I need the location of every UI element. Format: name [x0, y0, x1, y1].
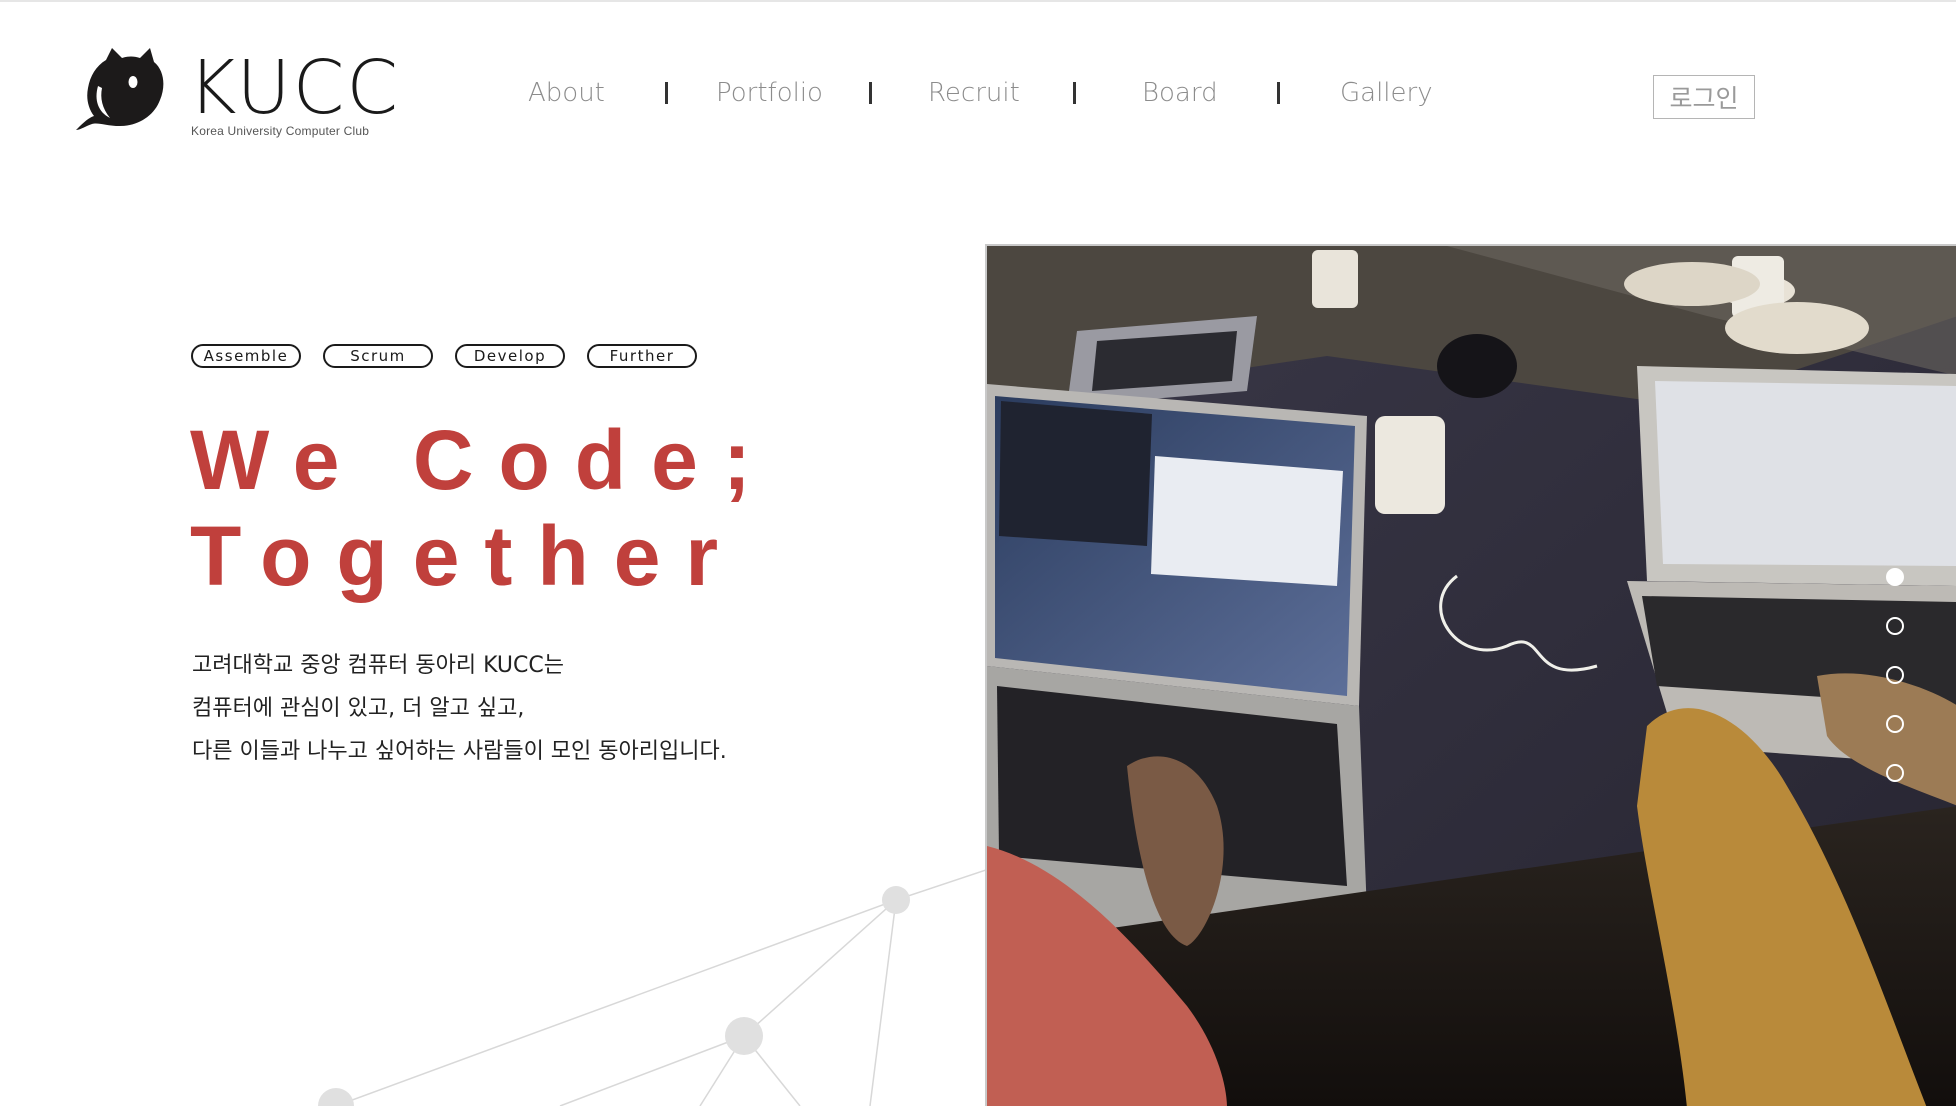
- login-button[interactable]: 로그인: [1653, 75, 1755, 119]
- description-line: 고려대학교 중앙 컴퓨터 동아리 KUCC는: [192, 653, 564, 678]
- nav-separator: [1073, 82, 1076, 104]
- hero-photo: [985, 244, 1956, 1106]
- slide-dot-5[interactable]: [1886, 764, 1904, 782]
- headline-line-2: Together: [190, 509, 744, 603]
- description-line: 컴퓨터에 관심이 있고, 더 알고 싶고,: [192, 696, 525, 721]
- page: KUCC Korea University Computer Club Abou…: [0, 0, 1956, 1106]
- nav-item-recruit[interactable]: Recruit: [928, 78, 1020, 108]
- slide-dot-2[interactable]: [1886, 617, 1904, 635]
- nav-item-gallery[interactable]: Gallery: [1340, 78, 1433, 108]
- tag-assemble: Assemble: [191, 344, 301, 368]
- hero-headline: We Code; Together: [190, 412, 776, 604]
- nav-item-board[interactable]: Board: [1142, 78, 1218, 108]
- nav-separator: [665, 82, 668, 104]
- hero-description: 고려대학교 중앙 컴퓨터 동아리 KUCC는 컴퓨터에 관심이 있고, 더 알고…: [192, 644, 727, 773]
- cat-logo-icon: [76, 48, 164, 130]
- slide-dot-1[interactable]: [1886, 568, 1904, 586]
- slide-dot-3[interactable]: [1886, 666, 1904, 684]
- headline-line-1: We Code;: [190, 413, 776, 507]
- top-divider: [0, 0, 1956, 2]
- logo-subtitle: Korea University Computer Club: [191, 124, 370, 138]
- slide-dot-4[interactable]: [1886, 715, 1904, 733]
- tag-scrum: Scrum: [323, 344, 433, 368]
- nav-separator: [1277, 82, 1280, 104]
- tag-develop: Develop: [455, 344, 565, 368]
- nav-separator: [869, 82, 872, 104]
- logo-wordmark: KUCC: [188, 45, 401, 131]
- photo-illustration: [987, 246, 1956, 1106]
- description-line: 다른 이들과 나누고 싶어하는 사람들이 모인 동아리입니다.: [192, 739, 727, 764]
- nav-item-portfolio[interactable]: Portfolio: [716, 78, 823, 108]
- site-logo[interactable]: KUCC Korea University Computer Club: [76, 46, 398, 142]
- network-decoration: [318, 869, 986, 1106]
- tag-further: Further: [587, 344, 697, 368]
- nav-item-about[interactable]: About: [528, 78, 605, 108]
